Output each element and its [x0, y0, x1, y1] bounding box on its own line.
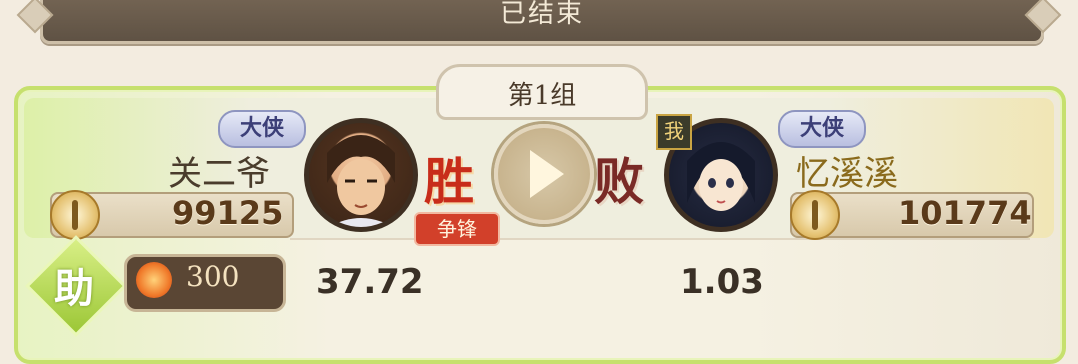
bet-amount: 300 [186, 260, 240, 293]
left-avatar-face-icon [327, 135, 395, 227]
group-label: 第1组 [507, 81, 577, 111]
left-avatar[interactable] [304, 118, 418, 232]
assist-label: 助 [54, 265, 94, 312]
right-power-value: 101774 [898, 194, 1032, 232]
group-tab: 第1组 [436, 64, 648, 120]
me-badge: 我 [656, 114, 692, 150]
play-replay-button[interactable] [494, 124, 594, 224]
sword-icon [790, 190, 840, 240]
lotus-icon [136, 262, 172, 298]
divider [290, 238, 1030, 240]
left-rank-badge: 大侠 [218, 110, 306, 148]
left-player-name: 关二爷 [168, 154, 270, 194]
right-player-name: 忆溪溪 [796, 154, 898, 194]
tag-badge: 争锋 [414, 212, 500, 246]
right-rank-badge: 大侠 [778, 110, 866, 148]
right-odds: 1.03 [680, 262, 764, 302]
status-title: 已结束 [499, 0, 584, 29]
left-odds: 37.72 [316, 262, 424, 302]
lose-label: 败 [594, 152, 644, 211]
sword-icon [50, 190, 100, 240]
status-banner: 已结束 [40, 0, 1044, 44]
left-power-value: 99125 [172, 194, 284, 232]
win-label: 胜 [424, 152, 474, 211]
